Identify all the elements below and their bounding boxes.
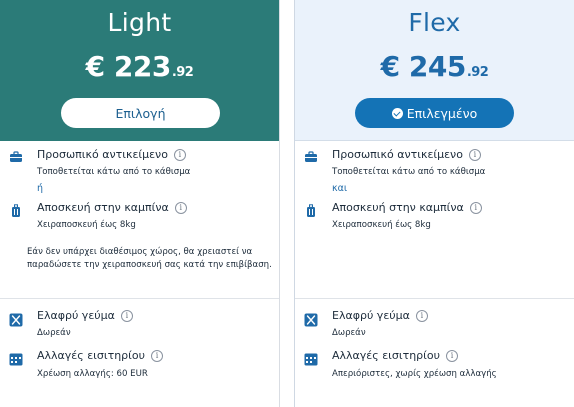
price-cents: .92 bbox=[466, 65, 489, 80]
selected-button[interactable]: Επιλεγμένο bbox=[355, 98, 514, 128]
divider bbox=[0, 298, 279, 299]
divider bbox=[295, 298, 574, 299]
fare-name: Light bbox=[107, 8, 172, 37]
cabin-bag-desc: Χειραποσκευή έως 8kg bbox=[332, 220, 431, 230]
briefcase-icon bbox=[305, 151, 317, 162]
suitcase-icon bbox=[12, 204, 20, 217]
info-icon[interactable]: i bbox=[173, 149, 186, 161]
cabin-bag-title: Αποσκευή στην καμπίνα i bbox=[37, 201, 187, 214]
fare-header-flex: Flex € 245.92 Επιλεγμένο bbox=[295, 0, 574, 141]
select-button[interactable]: Επιλογή bbox=[61, 98, 220, 128]
utensils-icon bbox=[9, 313, 23, 327]
info-icon[interactable]: i bbox=[468, 149, 481, 161]
info-icon[interactable]: i bbox=[469, 202, 482, 214]
meal-desc: Δωρεάν bbox=[37, 328, 71, 338]
suitcase-icon bbox=[307, 204, 315, 217]
cabin-bag-title: Αποσκευή στην καμπίνα i bbox=[332, 201, 482, 214]
meal-desc: Δωρεάν bbox=[332, 328, 366, 338]
info-icon[interactable]: i bbox=[174, 202, 187, 214]
fare-card-flex: Flex € 245.92 Επιλεγμένο Προσωπικό αντικ… bbox=[294, 0, 574, 407]
conjunction-text: ή bbox=[37, 183, 44, 194]
calendar-icon bbox=[9, 353, 23, 366]
info-icon[interactable]: i bbox=[120, 310, 133, 322]
changes-title: Αλλαγές εισιτηρίου i bbox=[37, 349, 163, 362]
fare-price: € 223.92 bbox=[0, 50, 279, 83]
price-main: € 223 bbox=[85, 50, 172, 83]
price-main: € 245 bbox=[380, 50, 467, 83]
info-icon[interactable]: i bbox=[150, 350, 163, 362]
changes-title: Αλλαγές εισιτηρίου i bbox=[332, 349, 458, 362]
personal-item-title: Προσωπικό αντικείμενο i bbox=[37, 148, 186, 161]
selected-button-label: Επιλεγμένο bbox=[406, 105, 478, 121]
meal-title: Ελαφρύ γεύμα i bbox=[332, 309, 428, 322]
fare-price: € 245.92 bbox=[295, 50, 574, 83]
conjunction-text: και bbox=[332, 183, 348, 194]
check-circle-icon bbox=[391, 107, 403, 119]
info-icon[interactable]: i bbox=[415, 310, 428, 322]
select-button-label: Επιλογή bbox=[115, 105, 166, 121]
info-icon[interactable]: i bbox=[445, 350, 458, 362]
fare-name: Flex bbox=[408, 8, 461, 37]
fare-card-light: Light € 223.92 Επιλογή Προσωπικό αντικεί… bbox=[0, 0, 280, 407]
utensils-icon bbox=[304, 313, 318, 327]
personal-item-title: Προσωπικό αντικείμενο i bbox=[332, 148, 481, 161]
changes-desc: Απεριόριστες, χωρίς χρέωση αλλαγής bbox=[332, 369, 497, 379]
column-gap bbox=[280, 0, 294, 407]
briefcase-icon bbox=[10, 151, 22, 162]
fare-header-light: Light € 223.92 Επιλογή bbox=[0, 0, 279, 141]
calendar-icon bbox=[304, 353, 318, 366]
meal-title: Ελαφρύ γεύμα i bbox=[37, 309, 133, 322]
cabin-bag-desc: Χειραποσκευή έως 8kg bbox=[37, 220, 136, 230]
changes-desc: Χρέωση αλλαγής: 60 EUR bbox=[37, 369, 148, 379]
price-cents: .92 bbox=[171, 65, 194, 80]
personal-item-desc: Τοποθετείται κάτω από το κάθισμα bbox=[37, 167, 191, 177]
cabin-bag-note: Εάν δεν υπάρχει διαθέσιμος χώρος, θα χρε… bbox=[27, 247, 272, 270]
personal-item-desc: Τοποθετείται κάτω από το κάθισμα bbox=[332, 167, 486, 177]
